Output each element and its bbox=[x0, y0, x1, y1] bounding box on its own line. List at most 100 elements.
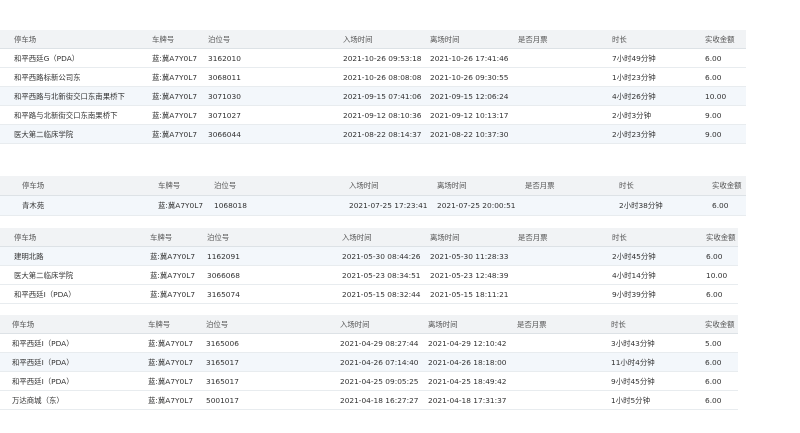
cell-plate-number: 蓝:冀A7Y0L7 bbox=[158, 201, 204, 210]
column-header-exit-time[interactable]: 离场时间 bbox=[437, 176, 467, 196]
cell-entry-time: 2021-09-12 08:10:36 bbox=[343, 111, 422, 120]
cell-entry-time: 2021-10-26 09:53:18 bbox=[343, 54, 422, 63]
column-header-berth-number[interactable]: 泊位号 bbox=[214, 176, 236, 196]
column-header-berth-number[interactable]: 泊位号 bbox=[208, 30, 230, 49]
cell-amount-paid: 6.00 bbox=[706, 290, 723, 299]
table-row[interactable]: 和平西路标新公司东 蓝:冀A7Y0L7 3068011 2021-10-26 08:0… bbox=[0, 68, 746, 87]
table-row[interactable]: 建明北路 蓝:冀A7Y0L7 1162091 2021-05-30 08:44:26 2… bbox=[0, 247, 738, 266]
column-header-berth-number[interactable]: 泊位号 bbox=[206, 315, 228, 334]
column-header-duration[interactable]: 时长 bbox=[619, 176, 634, 196]
cell-duration: 2小时45分钟 bbox=[612, 252, 656, 261]
column-header-parking-lot[interactable]: 停车场 bbox=[14, 228, 36, 247]
cell-monthly-pass bbox=[517, 372, 607, 391]
column-header-exit-time[interactable]: 离场时间 bbox=[428, 315, 458, 334]
column-header-entry-time[interactable]: 入场时间 bbox=[342, 228, 372, 247]
cell-entry-time: 2021-04-26 07:14:40 bbox=[340, 358, 419, 367]
column-header-plate-number[interactable]: 车牌号 bbox=[150, 228, 172, 247]
column-header-plate-number[interactable]: 车牌号 bbox=[152, 30, 174, 49]
table-row[interactable]: 和平西廷I（PDA） 蓝:冀A7Y0L7 3165017 2021-04-26 07:… bbox=[0, 353, 738, 372]
cell-parking-lot: 和平西路标新公司东 bbox=[14, 73, 81, 82]
cell-berth-number: 3066068 bbox=[207, 271, 240, 280]
column-header-plate-number[interactable]: 车牌号 bbox=[148, 315, 170, 334]
cell-amount-paid: 6.00 bbox=[705, 396, 722, 405]
table-row[interactable]: 和平西廷I（PDA） 蓝:冀A7Y0L7 3165074 2021-05-15 08:… bbox=[0, 285, 738, 304]
cell-plate-number: 蓝:冀A7Y0L7 bbox=[148, 377, 194, 386]
column-header-parking-lot[interactable]: 停车场 bbox=[14, 30, 36, 49]
cell-berth-number: 1162091 bbox=[207, 252, 240, 261]
table-row[interactable]: 万达商城（东） 蓝:冀A7Y0L7 5001017 2021-04-18 16:27:… bbox=[0, 391, 738, 410]
column-header-monthly-pass[interactable]: 是否月票 bbox=[518, 228, 548, 247]
cell-monthly-pass bbox=[517, 353, 607, 372]
column-header-duration[interactable]: 时长 bbox=[612, 30, 627, 49]
cell-parking-lot: 医大第二临床学院 bbox=[14, 271, 74, 280]
column-header-parking-lot[interactable]: 停车场 bbox=[12, 315, 34, 334]
cell-exit-time: 2021-04-29 12:10:42 bbox=[428, 339, 507, 348]
column-header-monthly-pass[interactable]: 是否月票 bbox=[525, 176, 555, 196]
parking-record-table: 停车场 车牌号 泊位号 入场时间 离场时间 是否月票 时长 实收金额 建明北路 蓝:冀A7Y0L7… bbox=[0, 228, 738, 304]
column-header-entry-time[interactable]: 入场时间 bbox=[340, 315, 370, 334]
column-header-plate-number[interactable]: 车牌号 bbox=[158, 176, 180, 196]
cell-amount-paid: 9.00 bbox=[705, 130, 722, 139]
table-header-row: 停车场 车牌号 泊位号 入场时间 离场时间 是否月票 时长 实收金额 bbox=[0, 315, 738, 334]
column-header-amount-paid[interactable]: 实收金额 bbox=[705, 30, 735, 49]
cell-plate-number: 蓝:冀A7Y0L7 bbox=[150, 271, 196, 280]
cell-amount-paid: 5.00 bbox=[705, 339, 722, 348]
table-header-row: 停车场 车牌号 泊位号 入场时间 离场时间 是否月票 时长 实收金额 bbox=[0, 176, 746, 196]
cell-exit-time: 2021-09-15 12:06:24 bbox=[430, 92, 509, 101]
column-header-exit-time[interactable]: 离场时间 bbox=[430, 228, 460, 247]
cell-entry-time: 2021-04-18 16:27:27 bbox=[340, 396, 419, 405]
cell-parking-lot: 医大第二临床学院 bbox=[14, 130, 74, 139]
table-row[interactable]: 和平西路与北新街交口东南果桥下 蓝:冀A7Y0L7 3071030 2021-09-1… bbox=[0, 87, 746, 106]
cell-amount-paid: 9.00 bbox=[705, 111, 722, 120]
table-row[interactable]: 和平路与北新街交口东南果桥下 蓝:冀A7Y0L7 3071027 2021-09-12… bbox=[0, 106, 746, 125]
cell-berth-number: 3165017 bbox=[206, 377, 239, 386]
column-header-amount-paid[interactable]: 实收金额 bbox=[706, 228, 736, 247]
table-row[interactable]: 医大第二临床学院 蓝:冀A7Y0L7 3066068 2021-05-23 08:34… bbox=[0, 266, 738, 285]
parking-record-table: 停车场 车牌号 泊位号 入场时间 离场时间 是否月票 时长 实收金额 和平西廷G（PDA） 蓝:冀… bbox=[0, 30, 746, 144]
cell-monthly-pass bbox=[525, 196, 615, 216]
cell-duration: 1小时5分钟 bbox=[611, 396, 650, 405]
parking-record-table: 停车场 车牌号 泊位号 入场时间 离场时间 是否月票 时长 实收金额 和平西廷I（PDA） 蓝:冀… bbox=[0, 315, 738, 410]
cell-duration: 1小时23分钟 bbox=[612, 73, 656, 82]
cell-parking-lot: 和平西廷I（PDA） bbox=[12, 358, 74, 367]
column-header-parking-lot[interactable]: 停车场 bbox=[22, 176, 44, 196]
table-row[interactable]: 和平西廷I（PDA） 蓝:冀A7Y0L7 3165017 2021-04-25 09:… bbox=[0, 372, 738, 391]
column-header-amount-paid[interactable]: 实收金额 bbox=[705, 315, 735, 334]
table-row[interactable]: 和平西廷G（PDA） 蓝:冀A7Y0L7 3162010 2021-10-26 09:… bbox=[0, 49, 746, 68]
column-header-duration[interactable]: 时长 bbox=[612, 228, 627, 247]
cell-entry-time: 2021-05-15 08:32:44 bbox=[342, 290, 421, 299]
column-header-entry-time[interactable]: 入场时间 bbox=[343, 30, 373, 49]
cell-amount-paid: 10.00 bbox=[706, 271, 728, 280]
cell-parking-lot: 和平西路与北新街交口东南果桥下 bbox=[14, 92, 125, 101]
table-header-row: 停车场 车牌号 泊位号 入场时间 离场时间 是否月票 时长 实收金额 bbox=[0, 228, 738, 247]
cell-exit-time: 2021-10-26 09:30:55 bbox=[430, 73, 509, 82]
cell-berth-number: 3066044 bbox=[208, 130, 241, 139]
column-header-berth-number[interactable]: 泊位号 bbox=[207, 228, 229, 247]
column-header-monthly-pass[interactable]: 是否月票 bbox=[517, 315, 547, 334]
column-header-duration[interactable]: 时长 bbox=[611, 315, 626, 334]
cell-berth-number: 3165074 bbox=[207, 290, 240, 299]
cell-amount-paid: 6.00 bbox=[705, 54, 722, 63]
cell-duration: 2小时38分钟 bbox=[619, 201, 663, 210]
cell-entry-time: 2021-05-23 08:34:51 bbox=[342, 271, 421, 280]
cell-monthly-pass bbox=[517, 391, 607, 410]
cell-amount-paid: 10.00 bbox=[705, 92, 727, 101]
cell-berth-number: 3165006 bbox=[206, 339, 239, 348]
cell-berth-number: 3071027 bbox=[208, 111, 241, 120]
cell-duration: 4小时26分钟 bbox=[612, 92, 656, 101]
cell-monthly-pass bbox=[518, 266, 608, 285]
column-header-monthly-pass[interactable]: 是否月票 bbox=[518, 30, 548, 49]
table-row[interactable]: 和平西廷I（PDA） 蓝:冀A7Y0L7 3165006 2021-04-29 08:… bbox=[0, 334, 738, 353]
cell-berth-number: 3071030 bbox=[208, 92, 241, 101]
cell-exit-time: 2021-04-25 18:49:42 bbox=[428, 377, 507, 386]
cell-plate-number: 蓝:冀A7Y0L7 bbox=[148, 339, 194, 348]
column-header-amount-paid[interactable]: 实收金额 bbox=[712, 176, 742, 196]
cell-monthly-pass bbox=[518, 285, 608, 304]
column-header-entry-time[interactable]: 入场时间 bbox=[349, 176, 379, 196]
table-row[interactable]: 医大第二临床学院 蓝:冀A7Y0L7 3066044 2021-08-22 08:14… bbox=[0, 125, 746, 144]
cell-entry-time: 2021-07-25 17:23:41 bbox=[349, 201, 428, 210]
cell-amount-paid: 6.00 bbox=[706, 252, 723, 261]
column-header-exit-time[interactable]: 离场时间 bbox=[430, 30, 460, 49]
cell-berth-number: 1068018 bbox=[214, 201, 247, 210]
table-row[interactable]: 青木苑 蓝:冀A7Y0L7 1068018 2021-07-25 17:23:41 20… bbox=[0, 196, 746, 216]
